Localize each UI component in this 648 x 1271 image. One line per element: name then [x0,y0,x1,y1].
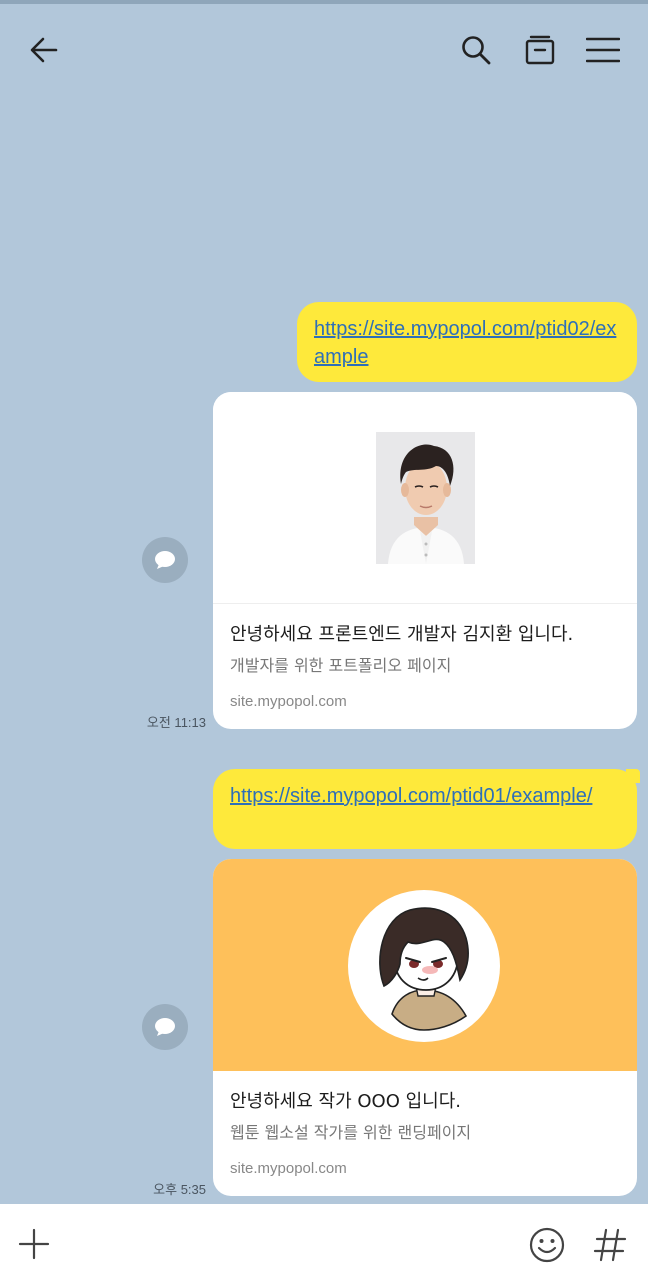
reply-button[interactable] [142,537,188,583]
preview-title: 안녕하세요 작가 OOO 입니다. [230,1091,461,1112]
message-link[interactable]: https://site.mypopol.com/ptid02/example [314,318,616,368]
back-button[interactable] [24,30,64,70]
search-button[interactable] [456,30,496,70]
preview-title: 안녕하세요 프론트엔드 개발자 김지환 입니다. [230,624,574,645]
message-timestamp: 오전 11:13 [146,715,206,730]
speech-bubble-icon [155,551,175,569]
preview-description: 웹툰 웹소설 작가를 위한 랜딩페이지 [230,1123,472,1142]
input-bar [0,1204,648,1271]
preview-image-area [213,859,637,1071]
drawer-button[interactable] [520,30,560,70]
chat-header [0,4,648,90]
preview-image-area [213,392,637,604]
message-timestamp: 오후 5:35 [153,1182,206,1197]
link-preview-card[interactable]: 안녕하세요 프론트엔드 개발자 김지환 입니다. 개발자를 위한 포트폴리오 페… [213,392,637,729]
hashtag-icon [593,1228,627,1262]
preview-domain: site.mypopol.com [230,693,347,710]
plus-icon [18,1228,50,1260]
menu-button[interactable] [582,30,624,70]
hamburger-menu-icon [586,37,620,63]
drawer-icon [525,35,555,65]
emoji-icon [529,1227,565,1263]
hashtag-button[interactable] [592,1226,628,1264]
profile-photo [376,432,475,564]
link-preview-card[interactable]: 안녕하세요 작가 OOO 입니다. 웹툰 웹소설 작가를 위한 랜딩페이지 si… [213,859,637,1196]
preview-description: 개발자를 위한 포트폴리오 페이지 [230,656,452,675]
search-icon [462,36,491,65]
cartoon-avatar [348,890,500,1042]
message-link[interactable]: https://site.mypopol.com/ptid01/example/ [230,785,592,807]
reply-button[interactable] [142,1004,188,1050]
link-message-bubble[interactable]: https://site.mypopol.com/ptid02/example [297,302,637,382]
attach-button[interactable] [16,1226,52,1262]
speech-bubble-icon [155,1018,175,1036]
emoji-button[interactable] [528,1226,566,1264]
preview-domain: site.mypopol.com [230,1160,347,1177]
arrow-left-icon [30,37,58,63]
link-message-bubble[interactable]: https://site.mypopol.com/ptid01/example/ [213,769,637,849]
